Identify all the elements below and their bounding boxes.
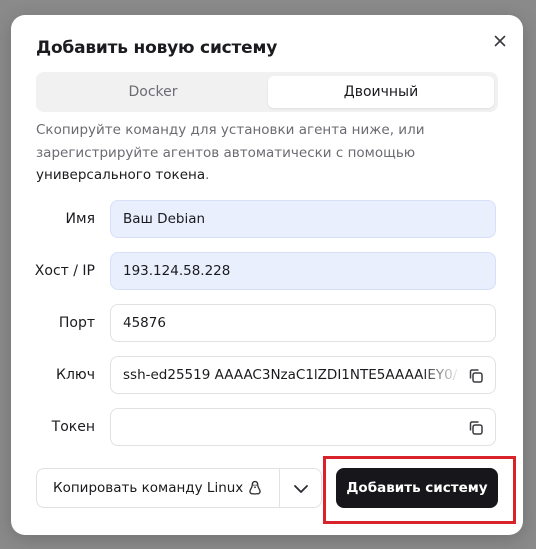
host-input[interactable]: 193.124.58.228 — [110, 252, 496, 290]
token-input[interactable] — [110, 408, 496, 446]
key-input[interactable]: ssh-ed25519 AAAAC3NzaC1lZDI1NTE5AAAAIEY0… — [110, 356, 496, 394]
name-label: Имя — [65, 211, 95, 227]
dialog-title: Добавить новую систему — [36, 38, 278, 58]
port-input[interactable]: 45876 — [110, 304, 496, 342]
token-label: Токен — [51, 419, 95, 435]
copy-linux-command-label: Копировать команду Linux — [53, 480, 244, 496]
copy-linux-command-button[interactable]: Копировать команду Linux — [36, 468, 280, 508]
tab-binary[interactable]: Двоичный — [268, 76, 494, 108]
copy-key-icon[interactable] — [467, 367, 485, 385]
highlight-box — [323, 456, 516, 524]
key-label: Ключ — [56, 367, 95, 383]
copy-token-icon[interactable] — [467, 419, 485, 437]
universal-token-link[interactable]: универсального токена — [36, 167, 205, 183]
name-input[interactable]: Ваш Debian — [110, 200, 496, 238]
chevron-down-icon — [294, 485, 308, 493]
close-icon[interactable] — [491, 32, 509, 50]
port-label: Порт — [58, 315, 95, 331]
linux-icon — [249, 480, 261, 495]
host-label: Хост / IP — [34, 263, 95, 279]
install-method-tabs: Docker Двоичный — [36, 72, 498, 112]
tab-docker[interactable]: Docker — [40, 76, 266, 108]
copy-command-dropdown-button[interactable] — [279, 468, 322, 508]
description-text: Скопируйте команду для установки агента … — [36, 122, 425, 183]
